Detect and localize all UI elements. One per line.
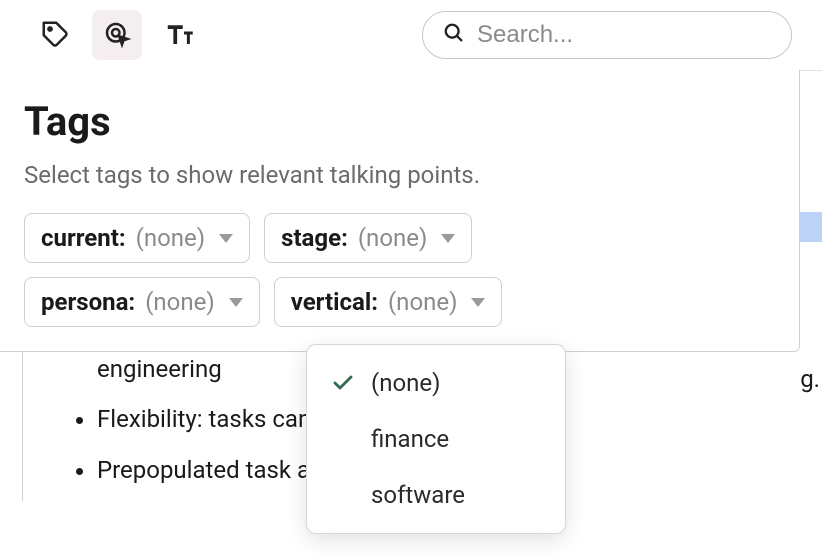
dropdown-option-software[interactable]: software: [307, 467, 565, 523]
chevron-down-icon: [471, 298, 485, 307]
filter-value: (none): [145, 288, 215, 316]
filter-value: (none): [136, 224, 206, 252]
filter-vertical[interactable]: vertical: (none): [274, 277, 503, 327]
tag-icon-button[interactable]: [30, 10, 80, 60]
filter-persona[interactable]: persona: (none): [24, 277, 260, 327]
vertical-dropdown-menu: (none) finance software: [306, 344, 566, 534]
partial-text: g.: [800, 360, 820, 398]
panel-title: Tags: [24, 98, 775, 145]
tags-panel: Tags Select tags to show relevant talkin…: [0, 70, 800, 352]
cursor-click-icon: [102, 19, 132, 52]
check-icon: [329, 371, 357, 395]
search-icon: [443, 22, 465, 48]
dropdown-option-finance[interactable]: finance: [307, 411, 565, 467]
dropdown-option-label: (none): [371, 369, 441, 397]
chevron-down-icon: [229, 298, 243, 307]
cursor-click-icon-button[interactable]: [92, 10, 142, 60]
search-field[interactable]: [422, 11, 792, 59]
tag-icon: [40, 19, 70, 52]
chevron-down-icon: [441, 234, 455, 243]
filter-stage[interactable]: stage: (none): [264, 213, 472, 263]
text-size-icon: [164, 19, 194, 52]
selection-highlight: [800, 212, 822, 242]
filter-value: (none): [388, 288, 458, 316]
filter-label: stage:: [281, 224, 348, 252]
dropdown-option-none[interactable]: (none): [307, 355, 565, 411]
filter-label: vertical:: [291, 288, 378, 316]
panel-description: Select tags to show relevant talking poi…: [24, 161, 775, 189]
dropdown-option-label: finance: [371, 425, 449, 453]
filter-value: (none): [358, 224, 428, 252]
filter-label: current:: [41, 224, 126, 252]
filter-current[interactable]: current: (none): [24, 213, 250, 263]
filter-label: persona:: [41, 288, 135, 316]
dropdown-option-label: software: [371, 481, 465, 509]
text-size-icon-button[interactable]: [154, 10, 204, 60]
chevron-down-icon: [219, 234, 233, 243]
search-input[interactable]: [475, 20, 789, 50]
